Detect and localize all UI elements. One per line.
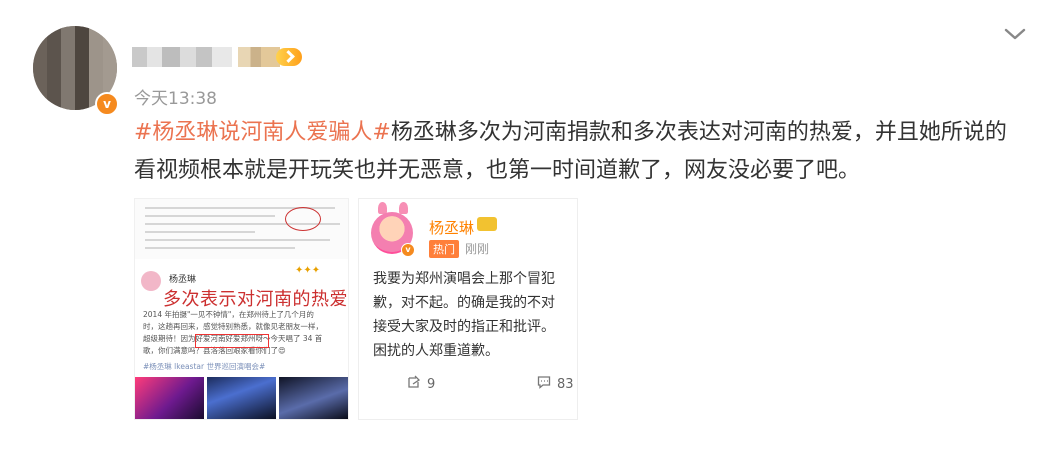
- sticker-decoration: ✦✦✦: [295, 265, 321, 276]
- concert-photo: [207, 377, 276, 419]
- repost-icon: [407, 375, 421, 393]
- repost-count: 9: [427, 376, 436, 392]
- embedded-post: 杨丞琳 ✦✦✦ 多次表示对河南的热爱 2014 年拍摄"一见不钟情"，在郑州待上…: [135, 261, 348, 375]
- image-headline: 多次表示对河南的热爱: [163, 289, 348, 310]
- apology-text: 我要为郑州演唱会上那个冒犯 歉，对不起。的确是我的不对 接受大家及时的指正和批评…: [373, 271, 555, 359]
- avatar: [141, 271, 161, 291]
- username-blurred[interactable]: [132, 47, 232, 67]
- comment-action: 83: [537, 375, 574, 393]
- post-image-2[interactable]: v 杨丞琳 热门 刚刚 我要为郑州演唱会上那个冒犯 歉，对不起。的确是我的不对 …: [358, 198, 578, 420]
- hot-tag: 热门: [429, 240, 459, 258]
- concert-photo: [279, 377, 348, 419]
- post-timestamp[interactable]: 今天13:38: [134, 84, 217, 109]
- crown-badge-icon: [477, 217, 497, 231]
- topic-link[interactable]: #杨丞琳说河南人爱骗人#: [134, 120, 391, 145]
- highlight-box: [195, 334, 269, 348]
- post-content: #杨丞琳说河南人爱骗人#杨丞琳多次为河南捐款和多次表达对河南的热爱，并且她所说的…: [134, 114, 1024, 190]
- vip-badge-icon[interactable]: [276, 48, 302, 66]
- highlight-circle: [285, 207, 321, 231]
- author-name: 杨丞琳: [429, 219, 475, 237]
- comment-count: 83: [557, 376, 574, 392]
- document-snippet: [135, 199, 348, 259]
- post-image-1[interactable]: 杨丞琳 ✦✦✦ 多次表示对河南的热爱 2014 年拍摄"一见不钟情"，在郑州待上…: [134, 198, 349, 420]
- verified-badge-icon: v: [401, 243, 415, 257]
- post-time: 刚刚: [465, 242, 490, 256]
- image-body: 2014 年拍摄"一见不钟情"，在郑州待上了几个月的 时，这趟再回来，感觉特别熟…: [143, 310, 323, 355]
- image-hashtags: #杨丞琳 lkeastar 世界巡回演唱会#: [143, 362, 266, 371]
- repost-action: 9: [407, 375, 435, 393]
- author-name: 杨丞琳: [169, 275, 197, 285]
- comment-icon: [537, 375, 551, 393]
- verified-badge-icon: v: [95, 92, 119, 116]
- concert-photo: [135, 377, 204, 419]
- user-level-blurred: [238, 47, 280, 67]
- chevron-down-icon[interactable]: [1003, 22, 1027, 46]
